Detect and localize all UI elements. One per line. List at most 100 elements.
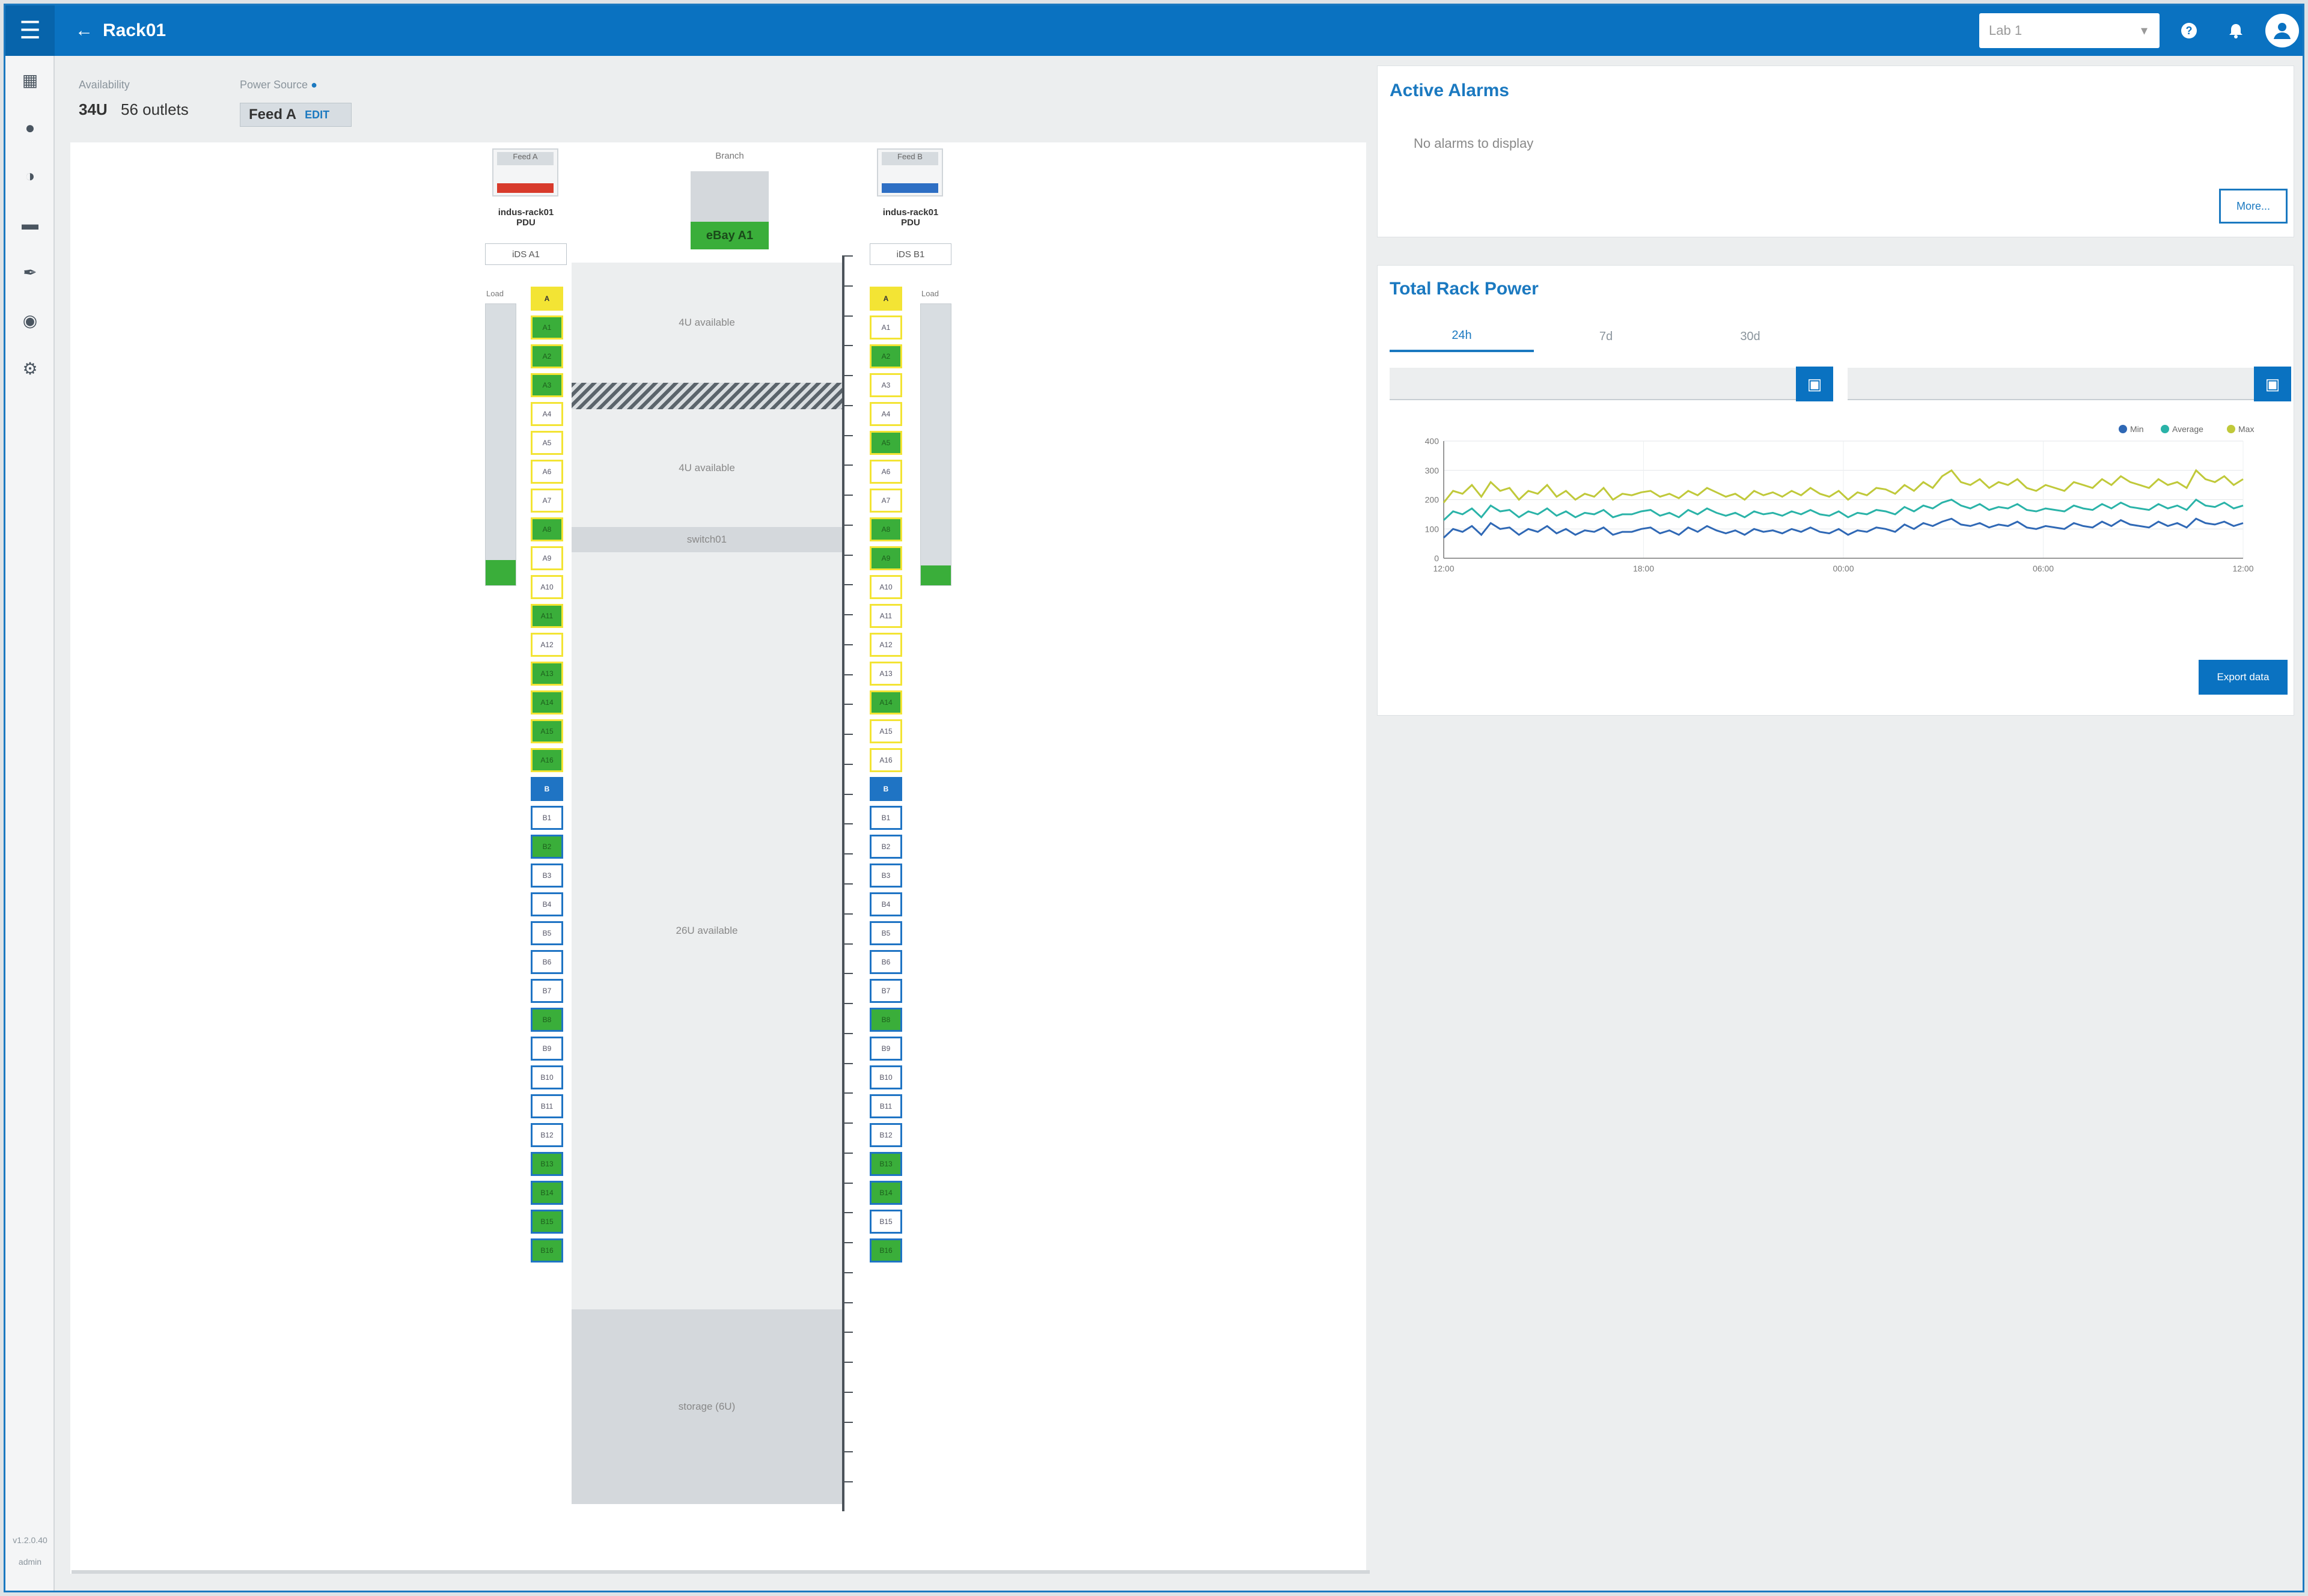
outlet-bank-header[interactable]: A bbox=[870, 287, 902, 311]
outlet[interactable]: A14 bbox=[531, 690, 563, 714]
location-icon[interactable]: ● bbox=[18, 116, 42, 140]
gear-icon[interactable]: ⚙ bbox=[18, 356, 42, 380]
rack-slot[interactable]: storage (6U) bbox=[572, 1309, 842, 1504]
outlet[interactable]: B15 bbox=[870, 1210, 902, 1234]
outlet-bank-header[interactable]: B bbox=[531, 777, 563, 801]
outlet[interactable]: B12 bbox=[531, 1123, 563, 1147]
outlet[interactable]: B4 bbox=[531, 892, 563, 916]
outlet[interactable]: B11 bbox=[531, 1094, 563, 1118]
globe-icon[interactable]: ◉ bbox=[18, 308, 42, 332]
outlet[interactable]: B9 bbox=[870, 1037, 902, 1061]
rack-slot[interactable]: 4U available bbox=[572, 263, 842, 383]
outlet[interactable]: A3 bbox=[531, 373, 563, 397]
outlet[interactable]: B2 bbox=[531, 835, 563, 859]
outlet[interactable]: A13 bbox=[870, 662, 902, 686]
pdu-right-select[interactable]: iDS B1 bbox=[870, 243, 951, 265]
outlet[interactable]: B8 bbox=[870, 1008, 902, 1032]
start-date-field[interactable] bbox=[1390, 368, 1832, 400]
outlet[interactable]: B3 bbox=[531, 863, 563, 888]
outlet[interactable]: B13 bbox=[870, 1152, 902, 1176]
help-icon[interactable]: ? bbox=[2174, 16, 2204, 46]
dashboard-icon[interactable]: ▦ bbox=[18, 68, 42, 92]
wrench-icon[interactable]: ✒ bbox=[18, 260, 42, 284]
outlet[interactable]: A1 bbox=[531, 315, 563, 340]
outlet[interactable]: A8 bbox=[531, 517, 563, 541]
user-avatar[interactable] bbox=[2265, 14, 2299, 47]
outlet[interactable]: A2 bbox=[531, 344, 563, 368]
outlet[interactable]: B15 bbox=[531, 1210, 563, 1234]
more-alarms-button[interactable]: More... bbox=[2219, 189, 2288, 224]
outlet[interactable]: B1 bbox=[531, 806, 563, 830]
outlet[interactable]: B10 bbox=[531, 1065, 563, 1089]
outlet[interactable]: B4 bbox=[870, 892, 902, 916]
outlet[interactable]: B1 bbox=[870, 806, 902, 830]
outlet[interactable]: A9 bbox=[870, 546, 902, 570]
rack-slot[interactable]: 26U available bbox=[572, 552, 842, 1309]
calendar-icon[interactable]: ▣ bbox=[2254, 367, 2291, 401]
outlet[interactable]: A16 bbox=[531, 748, 563, 772]
tab-30d[interactable]: 30d bbox=[1678, 321, 1822, 352]
contrast-icon[interactable]: ◑ bbox=[18, 164, 42, 188]
outlet[interactable]: A8 bbox=[870, 517, 902, 541]
tab-24h[interactable]: 24h bbox=[1390, 321, 1534, 352]
outlet[interactable]: A15 bbox=[870, 719, 902, 743]
outlet[interactable]: B14 bbox=[531, 1181, 563, 1205]
outlet[interactable]: A11 bbox=[531, 604, 563, 628]
bell-icon[interactable] bbox=[2221, 16, 2251, 46]
info-icon[interactable]: ● bbox=[311, 79, 317, 91]
site-select[interactable]: Lab 1 ▾ bbox=[1979, 13, 2160, 48]
outlet[interactable]: A10 bbox=[870, 575, 902, 599]
outlet[interactable]: B8 bbox=[531, 1008, 563, 1032]
outlet[interactable]: B6 bbox=[531, 950, 563, 974]
pdu-left-header[interactable]: Feed A bbox=[492, 148, 558, 196]
rack-icon[interactable]: ▬ bbox=[18, 212, 42, 236]
outlet[interactable]: A7 bbox=[870, 489, 902, 513]
export-data-button[interactable]: Export data bbox=[2199, 660, 2288, 695]
branch-value[interactable]: eBay A1 bbox=[691, 222, 769, 249]
outlet-bank-header[interactable]: B bbox=[870, 777, 902, 801]
end-date-field[interactable] bbox=[1848, 368, 2290, 400]
outlet[interactable]: B9 bbox=[531, 1037, 563, 1061]
outlet[interactable]: A14 bbox=[870, 690, 902, 714]
horizontal-scrollbar[interactable] bbox=[72, 1570, 1370, 1574]
outlet[interactable]: B10 bbox=[870, 1065, 902, 1089]
outlet[interactable]: A12 bbox=[870, 633, 902, 657]
outlet[interactable]: B5 bbox=[870, 921, 902, 945]
outlet[interactable]: A11 bbox=[870, 604, 902, 628]
feed-selector[interactable]: Feed A EDIT bbox=[240, 103, 352, 127]
outlet[interactable]: A1 bbox=[870, 315, 902, 340]
outlet[interactable]: A16 bbox=[870, 748, 902, 772]
outlet[interactable]: A10 bbox=[531, 575, 563, 599]
outlet[interactable]: A4 bbox=[870, 402, 902, 426]
calendar-icon[interactable]: ▣ bbox=[1796, 367, 1833, 401]
outlet[interactable]: B5 bbox=[531, 921, 563, 945]
menu-icon[interactable]: ☰ bbox=[5, 5, 55, 56]
outlet[interactable]: A13 bbox=[531, 662, 563, 686]
outlet[interactable]: A3 bbox=[870, 373, 902, 397]
outlet[interactable]: A5 bbox=[870, 431, 902, 455]
outlet[interactable]: B3 bbox=[870, 863, 902, 888]
outlet[interactable]: B2 bbox=[870, 835, 902, 859]
back-button[interactable]: ← Rack01 bbox=[75, 16, 166, 45]
outlet[interactable]: B12 bbox=[870, 1123, 902, 1147]
outlet[interactable]: B16 bbox=[870, 1238, 902, 1262]
outlet[interactable]: A5 bbox=[531, 431, 563, 455]
outlet[interactable]: B11 bbox=[870, 1094, 902, 1118]
outlet[interactable]: B6 bbox=[870, 950, 902, 974]
pdu-left-select[interactable]: iDS A1 bbox=[485, 243, 567, 265]
outlet[interactable]: A2 bbox=[870, 344, 902, 368]
outlet[interactable]: A6 bbox=[870, 460, 902, 484]
outlet[interactable]: A15 bbox=[531, 719, 563, 743]
outlet[interactable]: A9 bbox=[531, 546, 563, 570]
rack-slot[interactable]: switch01 bbox=[572, 527, 842, 552]
rack-slot[interactable]: 4U available bbox=[572, 409, 842, 527]
outlet[interactable]: A4 bbox=[531, 402, 563, 426]
outlet[interactable]: B13 bbox=[531, 1152, 563, 1176]
outlet[interactable]: A7 bbox=[531, 489, 563, 513]
rack-slot[interactable]: server01 bbox=[572, 383, 842, 409]
tab-7d[interactable]: 7d bbox=[1534, 321, 1678, 352]
feed-edit-link[interactable]: EDIT bbox=[305, 109, 329, 121]
outlet[interactable]: B7 bbox=[531, 979, 563, 1003]
pdu-right-header[interactable]: Feed B bbox=[877, 148, 943, 196]
outlet[interactable]: A6 bbox=[531, 460, 563, 484]
